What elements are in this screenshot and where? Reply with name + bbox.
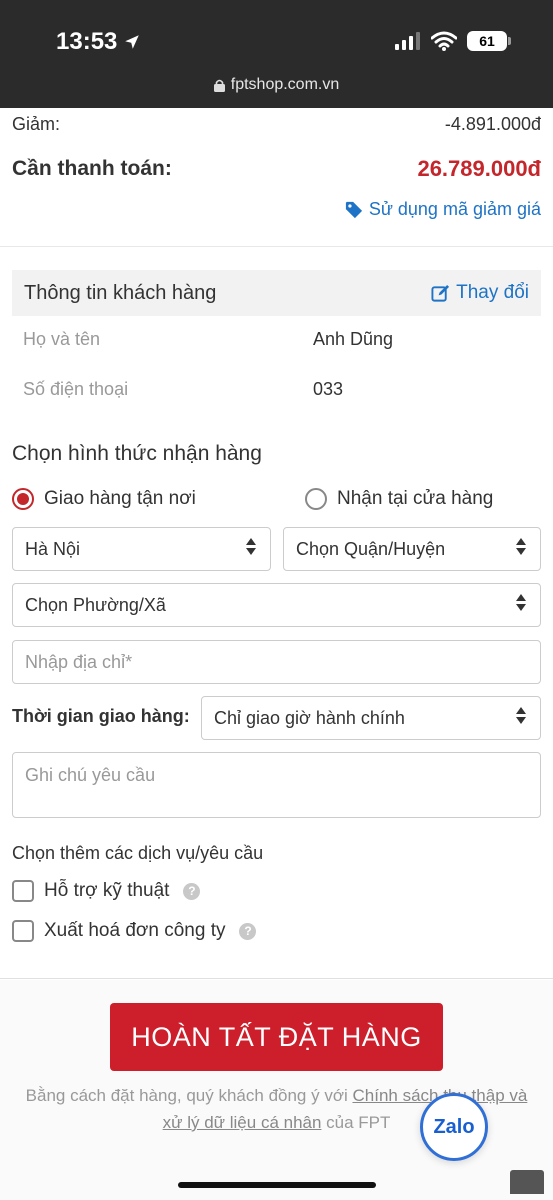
services-title: Chọn thêm các dịch vụ/yêu cầu	[12, 843, 264, 863]
status-bar: 13:53 61 fptshop.com.vn	[0, 0, 553, 108]
change-customer-button[interactable]: Thay đổi	[431, 282, 529, 304]
battery-indicator: 61	[467, 31, 511, 51]
signal-icon	[395, 32, 420, 50]
city-select[interactable]: Hà Nội	[12, 527, 271, 571]
zalo-chat-button[interactable]: Zalo	[420, 1093, 488, 1161]
divider	[0, 978, 553, 979]
clock: 13:53	[56, 28, 141, 56]
help-icon[interactable]: ?	[183, 882, 201, 900]
tag-icon	[345, 201, 362, 218]
wifi-icon	[431, 31, 457, 51]
name-row: Họ và tên Anh Dũng	[23, 329, 541, 350]
edit-icon	[431, 284, 450, 302]
discount-row: Giảm: -4.891.000đ	[12, 114, 541, 135]
radio-store-pickup[interactable]: Nhận tại cửa hàng	[305, 488, 493, 510]
radio-unselected-icon[interactable]	[305, 488, 327, 510]
customer-info-title: Thông tin khách hàng	[24, 281, 217, 304]
scroll-top-button[interactable]	[510, 1170, 544, 1194]
total-value: 26.789.000đ	[417, 156, 541, 181]
select-arrows-icon	[516, 707, 526, 724]
lock-icon	[213, 79, 225, 92]
discount-value: -4.891.000đ	[444, 114, 541, 134]
delivery-time-label: Thời gian giao hàng:	[12, 706, 190, 726]
location-arrow-icon	[125, 35, 140, 49]
discount-label: Giảm:	[12, 114, 61, 134]
company-invoice-checkbox[interactable]: Xuất hoá đơn công ty ?	[12, 920, 257, 942]
help-icon[interactable]: ?	[239, 922, 257, 940]
home-indicator	[178, 1182, 376, 1188]
district-select[interactable]: Chọn Quận/Huyện	[283, 527, 541, 571]
select-arrows-icon	[516, 538, 526, 555]
ward-select[interactable]: Chọn Phường/Xã	[12, 583, 541, 627]
radio-home-delivery[interactable]: Giao hàng tận nơi	[12, 488, 196, 510]
divider	[0, 246, 553, 247]
total-row: Cần thanh toán: 26.789.000đ	[12, 156, 541, 182]
customer-info-header: Thông tin khách hàng Thay đổi	[12, 270, 541, 316]
checkbox-icon[interactable]	[12, 880, 34, 902]
select-arrows-icon	[516, 594, 526, 611]
system-icons: 61	[395, 31, 511, 51]
phone-value: 033	[313, 379, 344, 399]
phone-row: Số điện thoại 033	[23, 379, 541, 400]
checkbox-icon[interactable]	[12, 920, 34, 942]
zalo-logo: Zalo	[433, 1115, 475, 1138]
name-value: Anh Dũng	[313, 329, 394, 349]
complete-order-button[interactable]: HOÀN TẤT ĐẶT HÀNG	[110, 1003, 443, 1071]
delivery-method-title: Chọn hình thức nhận hàng	[12, 442, 262, 465]
name-label: Họ và tên	[23, 329, 101, 349]
select-arrows-icon	[246, 538, 256, 555]
total-label: Cần thanh toán:	[12, 157, 172, 180]
tech-support-checkbox[interactable]: Hỗ trợ kỹ thuật ?	[12, 880, 201, 902]
radio-selected-icon[interactable]	[12, 488, 34, 510]
url-bar[interactable]: fptshop.com.vn	[0, 76, 553, 94]
delivery-time-select[interactable]: Chỉ giao giờ hành chính	[201, 696, 541, 740]
phone-label: Số điện thoại	[23, 379, 129, 399]
use-coupon-link[interactable]: Sử dụng mã giảm giá	[345, 199, 541, 220]
address-input[interactable]: Nhập địa chỉ*	[12, 640, 541, 684]
note-textarea[interactable]: Ghi chú yêu cầu	[12, 752, 541, 818]
